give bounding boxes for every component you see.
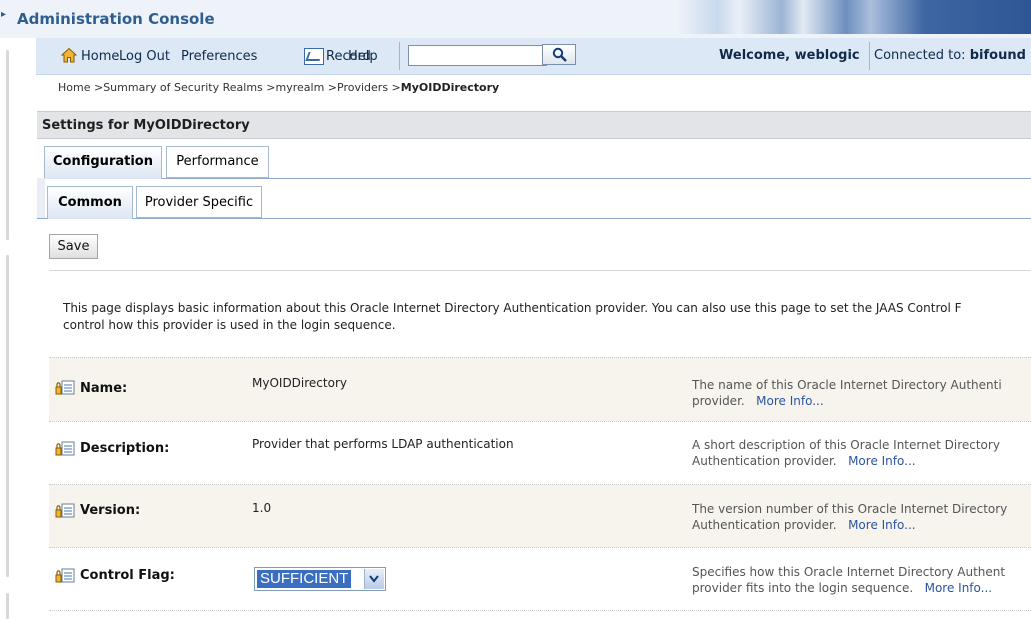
scroll-indicator[interactable] — [6, 593, 9, 619]
lock-edit-icon — [55, 380, 75, 395]
breadcrumb-myrealm[interactable]: myrealm — [276, 81, 325, 94]
help-text: Authentication provider. — [692, 518, 837, 532]
help-link[interactable]: Help — [348, 49, 378, 64]
breadcrumb-separator: > — [90, 81, 104, 94]
home-icon[interactable] — [61, 47, 77, 63]
field-row-description: Description: Provider that performs LDAP… — [49, 421, 1031, 485]
field-row-version: Version: 1.0 The version number of this … — [49, 484, 1031, 548]
breadcrumb-current: MyOIDDirectory — [400, 81, 500, 94]
more-info-link[interactable]: More Info... — [848, 518, 916, 532]
tab-common[interactable]: Common — [47, 186, 133, 219]
app-title: Administration Console — [17, 10, 215, 28]
tab-label: Performance — [176, 154, 259, 169]
breadcrumb-separator: > — [388, 81, 401, 94]
select-arrow[interactable] — [364, 569, 384, 589]
field-value-description: Provider that performs LDAP authenticati… — [252, 437, 514, 451]
connected-server: bifound — [969, 48, 1026, 63]
tab-configuration[interactable]: Configuration — [44, 146, 162, 179]
field-label: Control Flag: — [80, 568, 175, 583]
field-help: The version number of this Oracle Intern… — [692, 501, 1031, 533]
divider — [49, 270, 1031, 271]
field-value-name: MyOIDDirectory — [252, 376, 347, 390]
home-link[interactable]: Home — [81, 49, 119, 64]
connected-prefix: Connected to: — [874, 48, 966, 63]
search-button[interactable] — [542, 44, 576, 65]
lock-edit-icon — [55, 503, 75, 518]
caret-icon: ▸ — [1, 9, 7, 20]
left-panel-edge — [0, 0, 14, 619]
breadcrumb: Home >Summary of Security Realms >myreal… — [58, 81, 499, 94]
help-text: The version number of this Oracle Intern… — [692, 502, 1008, 516]
tab-label: Common — [58, 195, 122, 210]
help-text: A short description of this Oracle Inter… — [692, 438, 1000, 452]
tab-label: Configuration — [53, 154, 153, 169]
field-label: Version: — [80, 503, 141, 518]
secondary-tabs: Common Provider Specific — [37, 179, 1031, 219]
banner-graphic — [675, 0, 1031, 34]
select-value: SUFFICIENT — [257, 570, 352, 588]
toolbar: Home Log Out Preferences Record Help Wel… — [36, 38, 1031, 75]
description-line: control how this provider is used in the… — [63, 318, 396, 332]
toolbar-divider — [399, 42, 400, 70]
lock-edit-icon — [55, 441, 75, 456]
field-help: Specifies how this Oracle Internet Direc… — [692, 564, 1031, 596]
breadcrumb-security-realms[interactable]: Summary of Security Realms — [103, 81, 263, 94]
field-label: Name: — [80, 381, 128, 396]
scroll-indicator[interactable] — [6, 50, 9, 240]
description-line: This page displays basic information abo… — [63, 301, 962, 315]
title-bar: ▸ Administration Console — [0, 0, 1031, 38]
help-text: provider. — [692, 394, 745, 408]
breadcrumb-separator: > — [324, 81, 338, 94]
breadcrumb-separator: > — [262, 81, 276, 94]
field-help: A short description of this Oracle Inter… — [692, 437, 1031, 469]
connection-status: Connected to: bifound — [874, 48, 1026, 63]
toolbar-divider — [869, 42, 870, 70]
welcome-text: Welcome, weblogic — [719, 48, 860, 63]
record-icon[interactable] — [304, 48, 324, 65]
field-row-control-flag: Control Flag: SUFFICIENT Specifies how t… — [49, 547, 1031, 611]
more-info-link[interactable]: More Info... — [848, 454, 916, 468]
field-help: The name of this Oracle Internet Directo… — [692, 377, 1031, 409]
control-flag-select[interactable]: SUFFICIENT — [254, 567, 386, 591]
tab-provider-specific[interactable]: Provider Specific — [136, 186, 262, 218]
primary-tabs: Configuration Performance — [37, 138, 1031, 179]
logout-link[interactable]: Log Out — [119, 49, 170, 64]
settings-header: Settings for MyOIDDirectory — [37, 111, 1031, 139]
settings-title: Settings for MyOIDDirectory — [42, 118, 250, 133]
breadcrumb-providers[interactable]: Providers — [337, 81, 388, 94]
help-text: provider fits into the login sequence. — [692, 581, 914, 595]
breadcrumb-home[interactable]: Home — [58, 81, 90, 94]
help-text: Authentication provider. — [692, 454, 837, 468]
search-input[interactable] — [408, 45, 547, 66]
more-info-link[interactable]: More Info... — [925, 581, 993, 595]
tab-performance[interactable]: Performance — [166, 146, 269, 178]
preferences-link[interactable]: Preferences — [181, 49, 257, 64]
chevron-down-icon — [369, 575, 379, 583]
help-text: Specifies how this Oracle Internet Direc… — [692, 565, 1006, 579]
field-row-name: Name: MyOIDDirectory The name of this Or… — [49, 357, 1031, 421]
scroll-indicator[interactable] — [6, 255, 9, 577]
field-value-version: 1.0 — [252, 501, 272, 515]
lock-edit-icon — [55, 568, 75, 583]
tab-label: Provider Specific — [144, 195, 254, 210]
page-description: This page displays basic information abo… — [63, 300, 1031, 334]
save-button[interactable]: Save — [49, 234, 98, 259]
more-info-link[interactable]: More Info... — [756, 394, 824, 408]
help-text: The name of this Oracle Internet Directo… — [692, 378, 1002, 392]
field-label: Description: — [80, 441, 170, 456]
search-icon — [552, 47, 567, 62]
